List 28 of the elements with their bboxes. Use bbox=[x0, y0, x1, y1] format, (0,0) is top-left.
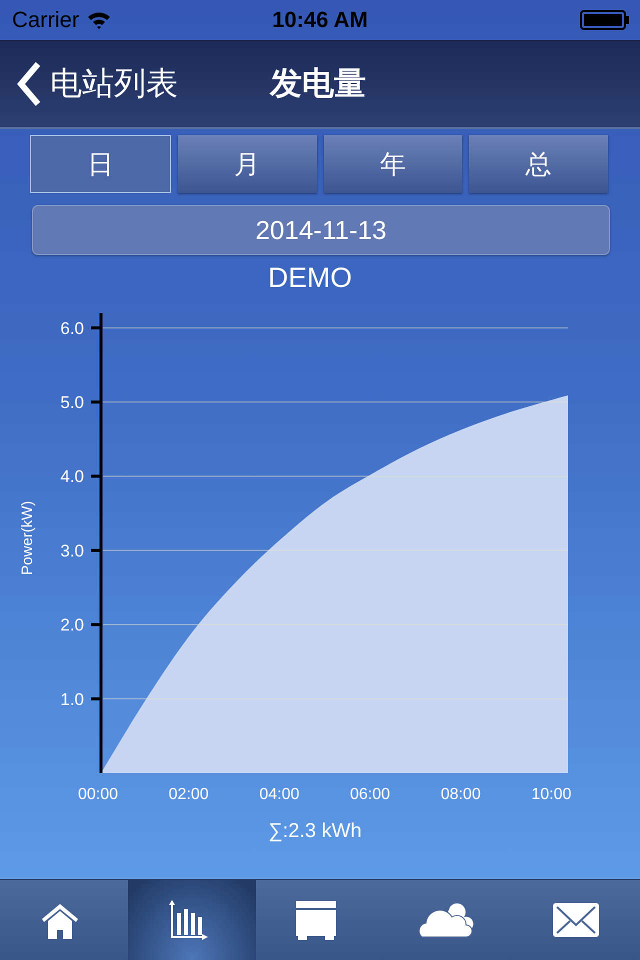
axis-label: Power(kW) bbox=[19, 500, 36, 576]
tick-label: 10:00 bbox=[531, 786, 572, 803]
tick-label: 4.0 bbox=[60, 467, 84, 486]
tick-label: 00:00 bbox=[78, 786, 118, 803]
clock-time: 10:46 AM bbox=[272, 7, 368, 32]
battery-icon bbox=[580, 10, 630, 30]
tick-label: 1.0 bbox=[60, 690, 84, 709]
period-tab[interactable]: 年 bbox=[324, 135, 462, 193]
period-tab[interactable]: 月 bbox=[178, 135, 316, 193]
tab-bar-item[interactable] bbox=[128, 880, 256, 960]
carrier-label: Carrier bbox=[12, 7, 80, 33]
chevron-left-icon bbox=[16, 62, 42, 106]
screen-title: 发电量 bbox=[270, 64, 366, 103]
energy-total: ∑:2.3 kWh bbox=[268, 820, 362, 843]
tick-label: 3.0 bbox=[60, 541, 84, 560]
chart-title: DEMO bbox=[268, 262, 352, 294]
tick-label: 6.0 bbox=[60, 318, 84, 338]
tick-label: 06:00 bbox=[350, 786, 390, 803]
tick-label: 04:00 bbox=[259, 786, 300, 803]
tick-label: 5.0 bbox=[60, 393, 84, 412]
tick-label: 08:00 bbox=[440, 786, 481, 803]
tick-label: 02:00 bbox=[168, 786, 209, 803]
period-tab[interactable]: 日 bbox=[30, 135, 171, 193]
tick-label: 2.0 bbox=[60, 616, 84, 635]
date-selector[interactable]: 2014-11-13 bbox=[32, 205, 610, 255]
period-tab[interactable]: 总 bbox=[469, 135, 608, 193]
wifi-icon bbox=[87, 11, 112, 29]
back-button[interactable]: 电站列表 bbox=[0, 62, 188, 106]
